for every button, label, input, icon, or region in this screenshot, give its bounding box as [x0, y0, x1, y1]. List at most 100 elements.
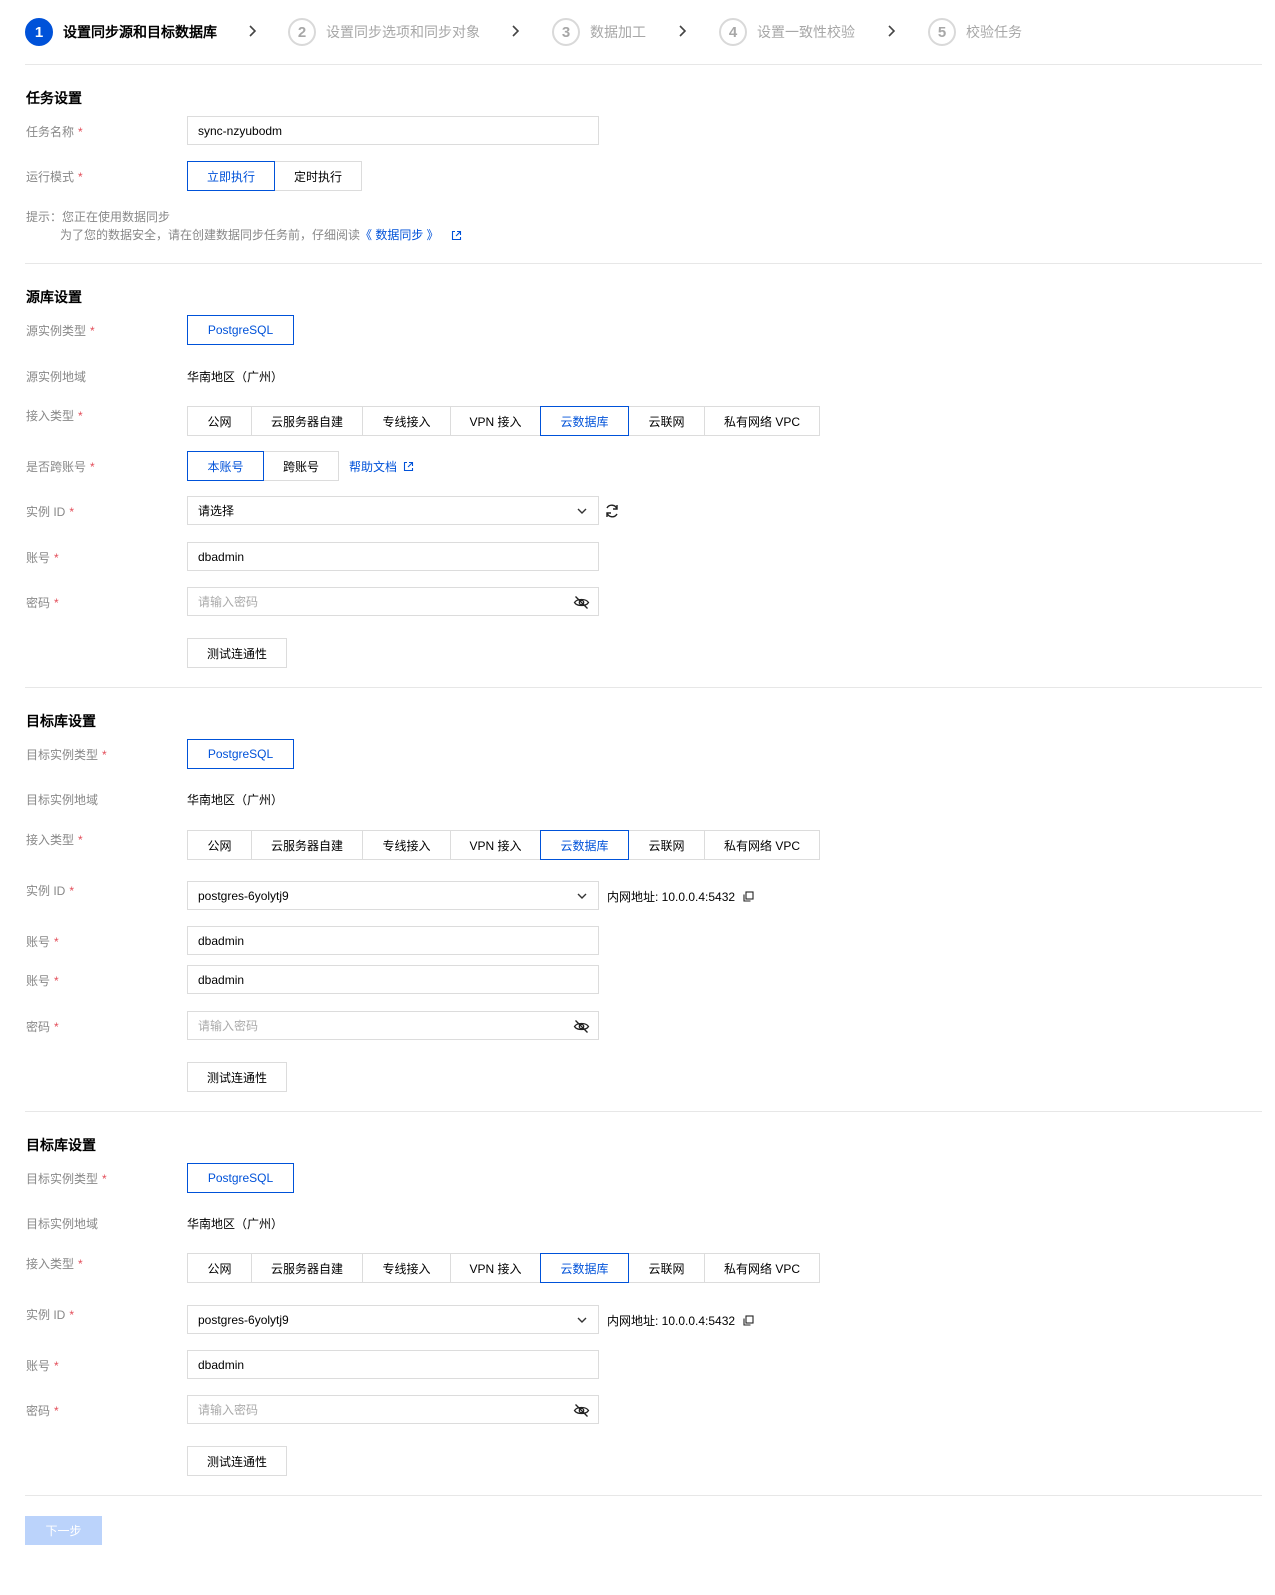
source-type-group: PostgreSQL	[187, 315, 294, 345]
access-option-public[interactable]: 公网	[187, 1253, 252, 1283]
step-3[interactable]: 3 数据加工	[552, 14, 646, 50]
source-instance-select[interactable]: 请选择	[187, 496, 599, 525]
source-region-value: 华南地区（广州）	[187, 370, 284, 384]
run-mode-scheduled[interactable]: 定时执行	[274, 161, 362, 191]
step-label: 设置同步选项和同步对象	[326, 24, 480, 40]
cross-account-own[interactable]: 本账号	[187, 451, 264, 481]
divider	[25, 263, 1262, 264]
access-option-cloud-db[interactable]: 云数据库	[540, 830, 629, 860]
field-label-target-account: 账号 *	[26, 935, 59, 949]
eye-off-icon[interactable]	[573, 594, 590, 611]
chevron-right-icon	[888, 25, 896, 37]
field-label-cross-account: 是否跨账号 *	[26, 460, 95, 474]
help-doc-link[interactable]: 帮助文档	[349, 458, 414, 475]
chevron-down-icon	[577, 893, 587, 899]
access-option-cloud-db[interactable]: 云数据库	[540, 1253, 629, 1283]
access-option-public[interactable]: 公网	[187, 830, 252, 860]
eye-off-icon[interactable]	[573, 1402, 590, 1419]
step-number: 3	[552, 18, 580, 46]
divider	[25, 1111, 1262, 1112]
run-mode-group: 立即执行 定时执行	[187, 161, 362, 191]
access-option-cvm-self-built[interactable]: 云服务器自建	[251, 406, 363, 436]
section-title-source: 源库设置	[26, 289, 82, 305]
field-label-source-instance: 实例 ID *	[26, 505, 75, 519]
target-address: 内网地址: 10.0.0.4:5432	[607, 1312, 754, 1329]
divider	[25, 1495, 1262, 1496]
run-mode-immediate[interactable]: 立即执行	[187, 161, 275, 191]
hint-line-1: 提示：您正在使用数据同步	[26, 210, 171, 224]
eye-off-icon[interactable]	[573, 1018, 590, 1035]
step-label: 设置同步源和目标数据库	[63, 24, 217, 40]
access-option-vpc[interactable]: 私有网络 VPC	[704, 830, 820, 860]
chevron-down-icon	[577, 508, 587, 514]
target-access-group: 公网 云服务器自建 专线接入 VPN 接入 云数据库 云联网 私有网络 VPC	[187, 830, 820, 860]
target-password-input[interactable]: 请输入密码	[187, 1011, 599, 1040]
target-account-input[interactable]: dbadmin	[187, 926, 599, 955]
step-label: 设置一致性校验	[757, 24, 855, 40]
field-label-run-mode: 运行模式 *	[26, 170, 83, 184]
source-type-postgresql[interactable]: PostgreSQL	[187, 315, 294, 345]
field-label-target-account-2: 账号 *	[26, 974, 59, 988]
source-account-input[interactable]: dbadmin	[187, 542, 599, 571]
target-access-group: 公网 云服务器自建 专线接入 VPN 接入 云数据库 云联网 私有网络 VPC	[187, 1253, 820, 1283]
source-test-connection-button[interactable]: 测试连通性	[187, 638, 287, 668]
step-number: 5	[928, 18, 956, 46]
target-test-connection-button[interactable]: 测试连通性	[187, 1062, 287, 1092]
access-option-ccn[interactable]: 云联网	[628, 406, 705, 436]
target-account-input-2[interactable]: dbadmin	[187, 965, 599, 994]
hint-text: 提示：您正在使用数据同步 为了您的数据安全，请在创建数据同步任务前，仔细阅读 《…	[26, 208, 462, 244]
access-option-cloud-db[interactable]: 云数据库	[540, 406, 629, 436]
step-label: 数据加工	[590, 24, 646, 40]
source-access-group: 公网 云服务器自建 专线接入 VPN 接入 云数据库 云联网 私有网络 VPC	[187, 406, 820, 436]
access-option-ccn[interactable]: 云联网	[628, 830, 705, 860]
task-name-input[interactable]: sync-nzyubodm	[187, 116, 599, 145]
access-option-vpc[interactable]: 私有网络 VPC	[704, 1253, 820, 1283]
section-title-target: 目标库设置	[26, 713, 96, 729]
access-option-direct-connect[interactable]: 专线接入	[362, 406, 451, 436]
target-type-group: PostgreSQL	[187, 1163, 294, 1193]
next-step-button[interactable]: 下一步	[25, 1516, 102, 1545]
target-password-input[interactable]: 请输入密码	[187, 1395, 599, 1424]
target-test-connection-button[interactable]: 测试连通性	[187, 1446, 287, 1476]
field-label-target-type: 目标实例类型 *	[26, 748, 107, 762]
refresh-icon[interactable]	[603, 502, 621, 520]
target-instance-select[interactable]: postgres-6yolytj9	[187, 881, 599, 910]
field-label-target-region: 目标实例地域	[26, 1217, 99, 1231]
source-password-input[interactable]: 请输入密码	[187, 587, 599, 616]
chevron-right-icon	[679, 25, 687, 37]
step-5[interactable]: 5 校验任务	[928, 14, 1022, 50]
target-account-input[interactable]: dbadmin	[187, 1350, 599, 1379]
field-label-source-account: 账号 *	[26, 551, 59, 565]
access-option-vpn[interactable]: VPN 接入	[450, 406, 541, 436]
access-option-ccn[interactable]: 云联网	[628, 1253, 705, 1283]
steps-bar: 1 设置同步源和目标数据库 2 设置同步选项和同步对象 3 数据加工 4 设置一…	[25, 14, 1262, 50]
doc-link-data-sync[interactable]: 《 数据同步 》	[360, 226, 439, 244]
target-region-value: 华南地区（广州）	[187, 793, 284, 807]
step-2[interactable]: 2 设置同步选项和同步对象	[288, 14, 480, 50]
field-label-source-region: 源实例地域	[26, 370, 87, 384]
access-option-vpn[interactable]: VPN 接入	[450, 830, 541, 860]
access-option-public[interactable]: 公网	[187, 406, 252, 436]
access-option-vpc[interactable]: 私有网络 VPC	[704, 406, 820, 436]
step-1[interactable]: 1 设置同步源和目标数据库	[25, 14, 217, 50]
external-link-icon[interactable]	[451, 230, 462, 241]
divider	[25, 687, 1262, 688]
cross-account-other[interactable]: 跨账号	[263, 451, 339, 481]
copy-icon[interactable]	[743, 891, 754, 902]
field-label-target-access: 接入类型 *	[26, 1257, 83, 1271]
access-option-direct-connect[interactable]: 专线接入	[362, 830, 451, 860]
field-label-target-account: 账号 *	[26, 1359, 59, 1373]
step-4[interactable]: 4 设置一致性校验	[719, 14, 855, 50]
chevron-down-icon	[577, 1317, 587, 1323]
chevron-right-icon	[249, 25, 257, 37]
target-type-postgresql[interactable]: PostgreSQL	[187, 1163, 294, 1193]
chevron-right-icon	[512, 25, 520, 37]
target-instance-select[interactable]: postgres-6yolytj9	[187, 1305, 599, 1334]
copy-icon[interactable]	[743, 1315, 754, 1326]
access-option-vpn[interactable]: VPN 接入	[450, 1253, 541, 1283]
access-option-cvm-self-built[interactable]: 云服务器自建	[251, 1253, 363, 1283]
access-option-direct-connect[interactable]: 专线接入	[362, 1253, 451, 1283]
access-option-cvm-self-built[interactable]: 云服务器自建	[251, 830, 363, 860]
target-type-postgresql[interactable]: PostgreSQL	[187, 739, 294, 769]
field-label-source-password: 密码 *	[26, 596, 59, 610]
